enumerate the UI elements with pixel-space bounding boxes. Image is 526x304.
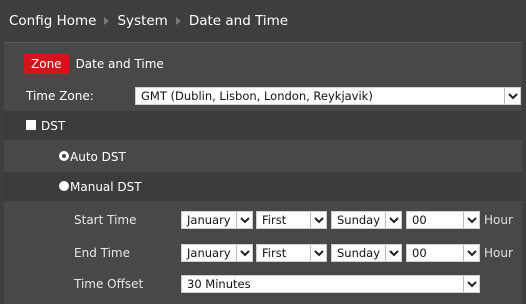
chevron-down-icon[interactable] <box>463 211 479 228</box>
timezone-label: Time Zone: <box>26 88 94 103</box>
end-week-value: First <box>262 245 287 260</box>
auto-dst-radio[interactable] <box>59 151 69 161</box>
chevron-down-icon[interactable] <box>236 211 252 228</box>
manual-dst-label: Manual DST <box>70 179 142 194</box>
chevron-down-icon[interactable] <box>385 211 401 228</box>
tab-bar: Zone Date and Time <box>24 54 171 74</box>
end-time-row: End Time January First Sunday 00 Hour <box>4 238 522 267</box>
chevron-down-icon[interactable] <box>504 87 520 104</box>
start-day-select[interactable]: Sunday <box>331 210 402 229</box>
breadcrumb-separator-icon <box>175 17 181 25</box>
chevron-down-icon[interactable] <box>310 244 326 261</box>
breadcrumb-date-and-time: Date and Time <box>188 13 289 29</box>
end-day-select[interactable]: Sunday <box>331 243 402 262</box>
chevron-down-icon[interactable] <box>236 244 252 261</box>
settings-panel: Zone Date and Time Time Zone: GMT (Dubli… <box>4 43 522 304</box>
chevron-down-icon[interactable] <box>310 211 326 228</box>
end-hour-select[interactable]: 00 <box>406 243 480 262</box>
end-hour-value: 00 <box>412 245 427 260</box>
end-month-select[interactable]: January <box>181 243 253 262</box>
time-offset-label: Time Offset <box>74 276 144 291</box>
breadcrumb: Config Home System Date and Time <box>0 0 526 42</box>
start-hour-value: 00 <box>412 212 427 227</box>
time-offset-select[interactable]: 30 Minutes <box>181 274 480 293</box>
start-hour-unit: Hour <box>484 212 513 227</box>
manual-dst-radio[interactable] <box>59 181 69 191</box>
tab-date-and-time[interactable]: Date and Time <box>69 54 171 74</box>
tab-zone[interactable]: Zone <box>24 54 69 74</box>
end-hour-unit: Hour <box>484 245 513 260</box>
manual-dst-row: Manual DST <box>4 172 522 201</box>
end-time-label: End Time <box>74 245 130 260</box>
timezone-value: GMT (Dublin, Lisbon, London, Reykjavik) <box>141 88 373 103</box>
start-time-label: Start Time <box>74 212 137 227</box>
breadcrumb-separator-icon <box>104 17 110 25</box>
start-week-select[interactable]: First <box>256 210 327 229</box>
start-month-value: January <box>187 212 231 227</box>
breadcrumb-config-home[interactable]: Config Home <box>9 13 96 29</box>
start-day-value: Sunday <box>337 212 381 227</box>
timezone-row: Time Zone: GMT (Dublin, Lisbon, London, … <box>4 81 522 110</box>
chevron-down-icon[interactable] <box>463 275 479 292</box>
auto-dst-label: Auto DST <box>70 149 126 164</box>
breadcrumb-system[interactable]: System <box>117 13 167 29</box>
end-week-select[interactable]: First <box>256 243 327 262</box>
dst-label: DST <box>41 118 66 133</box>
start-hour-select[interactable]: 00 <box>406 210 480 229</box>
dst-row: DST <box>4 111 522 140</box>
end-day-value: Sunday <box>337 245 381 260</box>
time-offset-value: 30 Minutes <box>187 276 251 291</box>
start-time-row: Start Time January First Sunday 00 Hour <box>4 205 522 234</box>
start-month-select[interactable]: January <box>181 210 253 229</box>
time-offset-row: Time Offset 30 Minutes <box>4 269 522 298</box>
chevron-down-icon[interactable] <box>463 244 479 261</box>
start-week-value: First <box>262 212 287 227</box>
dst-checkbox[interactable] <box>26 120 36 130</box>
end-month-value: January <box>187 245 231 260</box>
auto-dst-row: Auto DST <box>4 142 522 171</box>
chevron-down-icon[interactable] <box>385 244 401 261</box>
timezone-select[interactable]: GMT (Dublin, Lisbon, London, Reykjavik) <box>135 86 521 105</box>
